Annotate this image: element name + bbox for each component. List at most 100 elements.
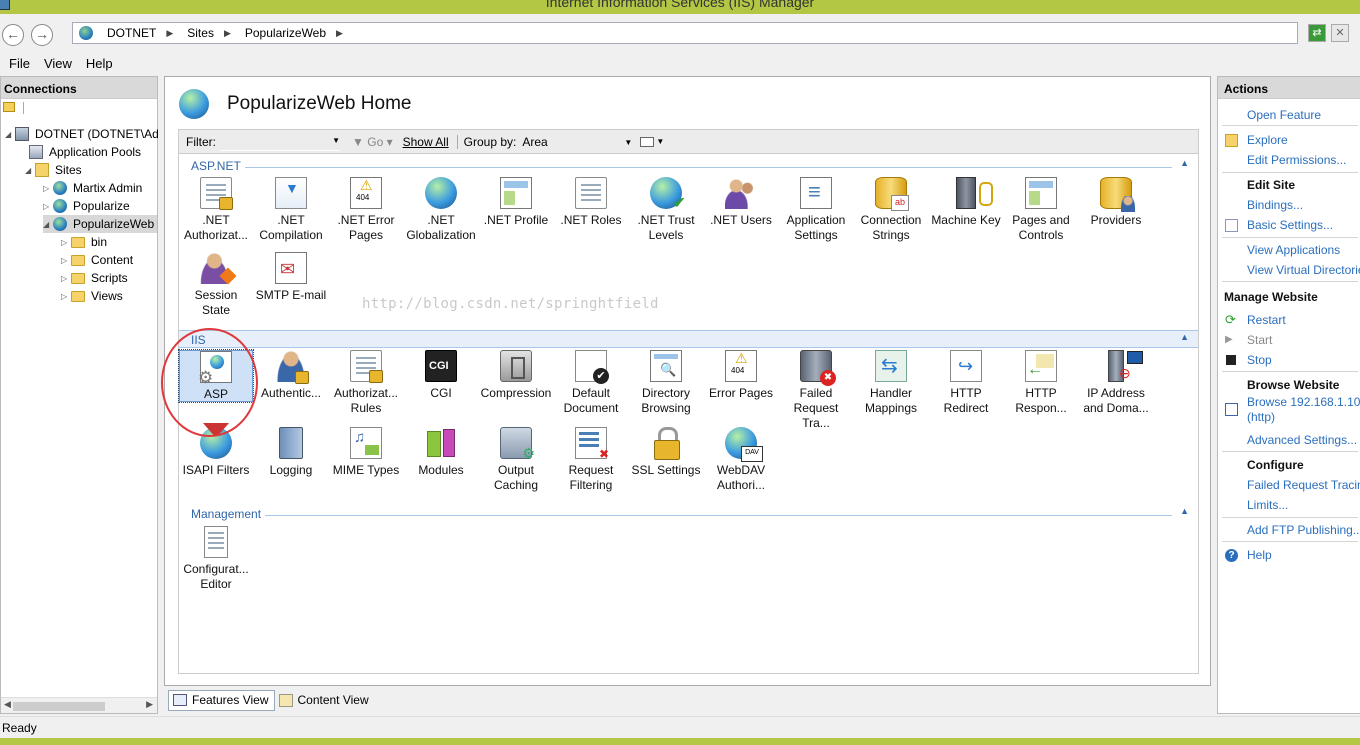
collapsed-arrow-icon[interactable]: ▷ xyxy=(43,202,53,211)
breadcrumb-popularizeweb[interactable]: PopularizeWeb xyxy=(245,26,326,40)
breadcrumb-separator-icon[interactable]: ▶ xyxy=(336,28,343,39)
feature-machine-key[interactable]: Machine Key xyxy=(929,177,1003,228)
tree-node-popularizeweb[interactable]: ◢ PopularizeWeb xyxy=(43,215,157,233)
section-aspnet[interactable]: ASP.NET ▲ xyxy=(179,157,1198,175)
feature-compression[interactable]: Compression xyxy=(479,350,553,401)
action-open-feature[interactable]: Open Feature xyxy=(1247,108,1321,122)
scroll-left-icon[interactable]: ◀ xyxy=(4,699,11,710)
feature-session-state[interactable]: Session State xyxy=(179,252,253,318)
action-failed-request-tracing[interactable]: Failed Request Tracing... xyxy=(1247,478,1360,492)
tree-node-scripts[interactable]: ▷ Scripts xyxy=(61,269,128,287)
dropdown-arrow-icon[interactable]: ▼ xyxy=(656,137,664,146)
expand-arrow-icon[interactable]: ◢ xyxy=(5,130,15,139)
breadcrumb-dotnet[interactable]: DOTNET xyxy=(107,26,156,40)
forward-arrow-icon[interactable]: → xyxy=(31,24,53,46)
show-all-button[interactable]: Show All xyxy=(403,135,449,149)
feature-webdav-authoring[interactable]: WebDAV Authori... xyxy=(704,427,778,493)
feature-smtp-email[interactable]: SMTP E-mail xyxy=(254,252,328,303)
breadcrumb-separator-icon[interactable]: ▶ xyxy=(166,28,173,39)
feature-providers[interactable]: Providers xyxy=(1079,177,1153,228)
menu-help[interactable]: Help xyxy=(86,56,113,71)
scroll-thumb[interactable] xyxy=(13,702,105,711)
refresh-icon[interactable]: ⇄ xyxy=(1308,24,1326,42)
feature-asp[interactable]: ASP xyxy=(178,349,254,403)
menu-view[interactable]: View xyxy=(44,56,72,71)
feature-net-users[interactable]: .NET Users xyxy=(704,177,778,228)
action-restart[interactable]: Restart xyxy=(1247,313,1286,327)
feature-application-settings[interactable]: Application Settings xyxy=(779,177,853,243)
view-mode-icon[interactable] xyxy=(640,136,655,147)
breadcrumb-separator-icon[interactable]: ▶ xyxy=(224,28,231,39)
action-view-virtual-directories[interactable]: View Virtual Directories xyxy=(1247,263,1360,277)
collapsed-arrow-icon[interactable]: ▷ xyxy=(43,184,53,193)
action-help[interactable]: Help xyxy=(1247,548,1272,562)
tree-node-content[interactable]: ▷ Content xyxy=(61,251,133,269)
collapse-chevron-icon[interactable]: ▲ xyxy=(1180,506,1189,516)
collapse-chevron-icon[interactable]: ▲ xyxy=(1180,158,1189,168)
feature-net-authorization[interactable]: .NET Authorizat... xyxy=(179,177,253,243)
action-start[interactable]: Start xyxy=(1247,333,1272,347)
expand-arrow-icon[interactable]: ◢ xyxy=(25,166,35,175)
menu-file[interactable]: File xyxy=(9,56,30,71)
action-add-ftp-publishing[interactable]: Add FTP Publishing... xyxy=(1247,523,1360,537)
stop-icon[interactable]: ✕ xyxy=(1331,24,1349,42)
feature-http-response-headers[interactable]: HTTP Respon... xyxy=(1004,350,1078,416)
feature-connection-strings[interactable]: Connection Strings xyxy=(854,177,928,243)
feature-ssl-settings[interactable]: SSL Settings xyxy=(629,427,703,478)
section-iis[interactable]: IIS ▲ xyxy=(179,330,1198,348)
feature-handler-mappings[interactable]: Handler Mappings xyxy=(854,350,928,416)
feature-ip-address-domain[interactable]: IP Address and Doma... xyxy=(1079,350,1153,416)
feature-authentication[interactable]: Authentic... xyxy=(254,350,328,401)
feature-net-roles[interactable]: .NET Roles xyxy=(554,177,628,228)
address-bar[interactable]: DOTNET ▶ Sites ▶ PopularizeWeb ▶ xyxy=(72,22,1298,44)
tree-node-app-pools[interactable]: Application Pools xyxy=(29,143,141,161)
go-button[interactable]: ▼ Go ▾ xyxy=(352,135,393,149)
feature-authorization-rules[interactable]: Authorizat... Rules xyxy=(329,350,403,416)
feature-isapi-filters[interactable]: ISAPI Filters xyxy=(179,427,253,478)
filter-input[interactable]: ▼ xyxy=(220,133,340,151)
feature-net-error-pages[interactable]: .NET Error Pages xyxy=(329,177,403,243)
tree-node-views[interactable]: ▷ Views xyxy=(61,287,123,305)
tree-node-popularize[interactable]: ▷ Popularize xyxy=(43,197,130,215)
action-browse-protocol[interactable]: (http) xyxy=(1247,410,1275,424)
feature-mime-types[interactable]: MIME Types xyxy=(329,427,403,478)
tree-node-martix-admin[interactable]: ▷ Martix Admin xyxy=(43,179,142,197)
feature-configuration-editor[interactable]: Configurat... Editor xyxy=(179,526,253,592)
feature-default-document[interactable]: Default Document xyxy=(554,350,628,416)
group-by-select[interactable]: Area ▼ xyxy=(522,135,632,149)
feature-failed-request-tracing[interactable]: Failed Request Tra... xyxy=(779,350,853,431)
back-arrow-icon[interactable]: ← xyxy=(2,24,24,46)
dropdown-arrow-icon[interactable]: ▼ xyxy=(332,136,340,145)
feature-net-profile[interactable]: .NET Profile xyxy=(479,177,553,228)
action-edit-permissions[interactable]: Edit Permissions... xyxy=(1247,153,1346,167)
scroll-right-icon[interactable]: ▶ xyxy=(146,699,153,710)
action-stop[interactable]: Stop xyxy=(1247,353,1272,367)
breadcrumb-sites[interactable]: Sites xyxy=(187,26,214,40)
feature-pages-and-controls[interactable]: Pages and Controls xyxy=(1004,177,1078,243)
expand-arrow-icon[interactable]: ◢ xyxy=(43,220,53,229)
tree-node-bin[interactable]: ▷ bin xyxy=(61,233,107,251)
feature-request-filtering[interactable]: Request Filtering xyxy=(554,427,628,493)
feature-output-caching[interactable]: Output Caching xyxy=(479,427,553,493)
collapsed-arrow-icon[interactable]: ▷ xyxy=(61,274,71,283)
action-bindings[interactable]: Bindings... xyxy=(1247,198,1303,212)
tab-features-view[interactable]: Features View xyxy=(168,689,276,711)
dropdown-arrow-icon[interactable]: ▼ xyxy=(624,138,632,147)
section-management[interactable]: Management ▲ xyxy=(179,505,1198,523)
tree-node-server[interactable]: ◢ DOTNET (DOTNET\Ad xyxy=(5,125,159,143)
collapse-chevron-icon[interactable]: ▲ xyxy=(1180,332,1189,342)
collapsed-arrow-icon[interactable]: ▷ xyxy=(61,292,71,301)
tab-content-view[interactable]: Content View xyxy=(275,690,374,711)
action-browse-link[interactable]: Browse 192.168.1.107: xyxy=(1247,395,1360,409)
collapsed-arrow-icon[interactable]: ▷ xyxy=(61,238,71,247)
feature-net-trust-levels[interactable]: .NET Trust Levels xyxy=(629,177,703,243)
feature-cgi[interactable]: CGI xyxy=(404,350,478,401)
feature-modules[interactable]: Modules xyxy=(404,427,478,478)
action-limits[interactable]: Limits... xyxy=(1247,498,1288,512)
collapsed-arrow-icon[interactable]: ▷ xyxy=(61,256,71,265)
feature-net-globalization[interactable]: .NET Globalization xyxy=(404,177,478,243)
action-basic-settings[interactable]: Basic Settings... xyxy=(1247,218,1333,232)
connect-icon[interactable] xyxy=(3,102,15,112)
action-explore[interactable]: Explore xyxy=(1247,133,1288,147)
tree-node-sites[interactable]: ◢ Sites xyxy=(25,161,82,179)
